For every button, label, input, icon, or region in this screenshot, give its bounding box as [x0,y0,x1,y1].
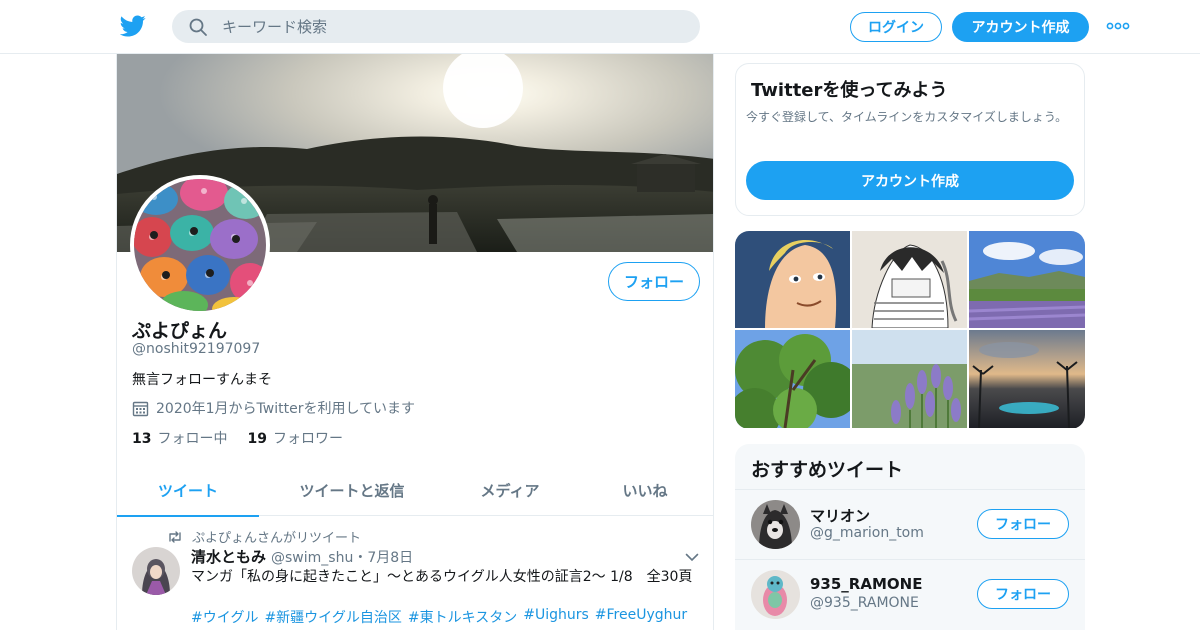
recommended-user-handle: @g_marion_tom [810,525,924,541]
profile-joined-date: 2020年1月からTwitterを利用しています [132,398,415,418]
tab-likes[interactable]: いいね [575,464,713,516]
search-input[interactable] [222,10,682,43]
tweet-text: マンガ「私の身に起きたこと」～とあるウイグル人女性の証言2～ 1/8 全30頁 [191,569,693,585]
profile-handle[interactable]: @noshit92197097 [132,341,260,357]
search-icon [189,18,207,36]
media-thumbnail[interactable] [852,330,967,428]
chevron-down-icon[interactable] [685,553,699,562]
hashtag-link[interactable]: #FreeUyghur [595,607,687,627]
tab-tweets-and-replies[interactable]: ツイートと返信 [259,464,445,516]
profile-stats: 13 フォロー中 19 フォロワー [132,428,363,448]
followers-stat[interactable]: 19 フォロワー [247,428,342,448]
following-count: 13 [132,431,152,447]
media-grid [735,231,1085,429]
tab-tweets[interactable]: ツイート [117,464,259,517]
media-thumbnail[interactable] [969,330,1085,428]
avatar[interactable] [751,570,800,619]
signup-card: Twitterを使ってみよう 今すぐ登録して、タイムラインをカスタマイズしましょ… [735,63,1085,216]
recommended-user[interactable]: マリオン @g_marion_tom フォロー [735,489,1085,559]
calendar-icon [132,401,149,416]
tweet-hashtags: #ウイグル #新疆ウイグル自治区 #東トルキスタン #Uighurs #Free… [191,607,687,627]
twitter-bird-icon[interactable] [120,13,146,39]
profile-joined-text: 2020年1月からTwitterを利用しています [156,401,416,417]
more-dots-icon[interactable] [1106,20,1130,32]
recommended-user-name[interactable]: マリオン [810,505,870,526]
followers-label: フォロワー [272,431,343,447]
tab-media[interactable]: メディア [445,464,575,516]
signup-button[interactable]: アカウント作成 [952,12,1089,42]
media-thumbnail[interactable] [969,231,1085,328]
retweet-icon [169,530,181,543]
top-navigation-bar: ログイン アカウント作成 [0,0,1200,54]
tweet-author-meta[interactable]: @swim_shu・7月8日 [271,547,413,567]
tweet-item[interactable]: ぷよぴょんさんがリツイート 清水ともみ @swim_shu・7月8日 マンガ「私… [117,516,713,630]
follow-button[interactable]: フォロー [608,262,700,301]
login-button[interactable]: ログイン [850,12,942,42]
signup-card-title: Twitterを使ってみよう [751,80,948,101]
following-stat[interactable]: 13 フォロー中 [132,428,227,448]
hashtag-link[interactable]: #ウイグル [191,607,258,627]
media-thumbnail[interactable] [735,330,850,428]
retweet-text: ぷよぴょんさんがリツイート [192,531,362,546]
retweet-indicator: ぷよぴょんさんがリツイート [167,527,361,546]
profile-tabs: ツイート ツイートと返信 メディア いいね [117,464,713,517]
media-thumbnail[interactable] [852,231,967,328]
recommended-follow-button[interactable]: フォロー [977,579,1069,609]
hashtag-link[interactable]: #東トルキスタン [408,607,517,627]
tweet-author-avatar[interactable] [132,547,180,595]
tweet-header: 清水ともみ @swim_shu・7月8日 [191,546,413,567]
signup-card-description: 今すぐ登録して、タイムラインをカスタマイズしましょう。 [746,110,1068,124]
profile-bio: 無言フォローすんまそ [132,372,272,388]
recommended-user-handle: @935_RAMONE [810,595,919,611]
profile-avatar[interactable] [130,175,270,315]
profile-column: フォロー ぷよぴょん @noshit92197097 無言フォローすんまそ 20… [116,54,714,630]
recommended-tweets-title: おすすめツイート [751,459,904,481]
hashtag-link[interactable]: #新疆ウイグル自治区 [264,607,401,627]
followers-count: 19 [247,431,267,447]
recommended-user-name[interactable]: 935_RAMONE [810,575,922,593]
recommended-follow-button[interactable]: フォロー [977,509,1069,539]
avatar[interactable] [751,500,800,549]
signup-card-button[interactable]: アカウント作成 [746,161,1074,200]
tweet-author-name[interactable]: 清水ともみ [191,546,266,567]
hashtag-link[interactable]: #Uighurs [523,607,589,627]
recommended-tweets-panel: おすすめツイート マリオン @g_marion_tom フォロー 935_RAM… [735,444,1085,630]
media-thumbnail[interactable] [735,231,850,328]
following-label: フォロー中 [157,431,228,447]
profile-display-name: ぷよぴょん [132,320,228,342]
search-box[interactable] [172,10,700,43]
recommended-user[interactable]: 935_RAMONE @935_RAMONE フォロー [735,559,1085,629]
